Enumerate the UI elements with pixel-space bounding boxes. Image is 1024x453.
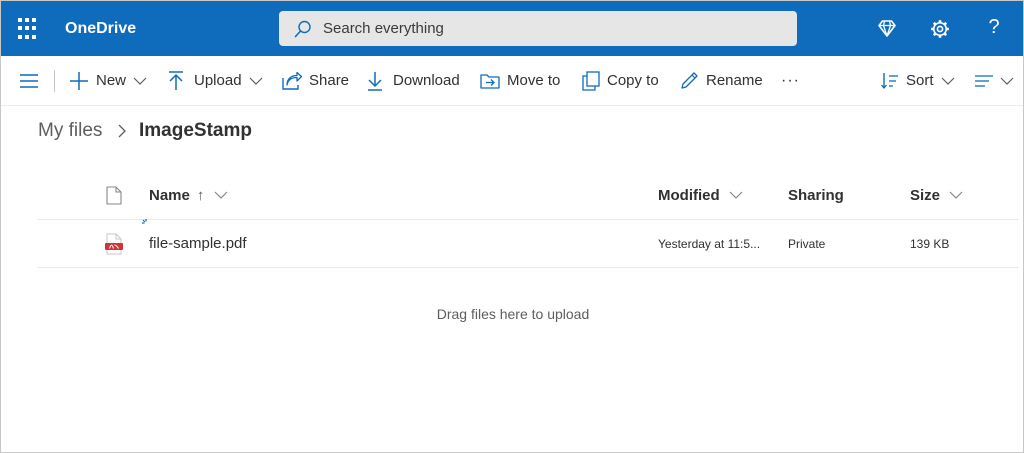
breadcrumb-my-files[interactable]: My files [38,119,102,143]
app-launcher-icon[interactable] [18,18,40,40]
sort-ascending-icon: ↑ [196,186,205,204]
navigation-toggle-button[interactable] [20,56,38,105]
name-column-label: Name [149,186,190,204]
pdf-file-icon [105,233,123,254]
view-list-icon [975,74,993,87]
more-commands-button[interactable]: ··· [781,56,800,105]
new-button[interactable]: New [69,56,147,105]
hamburger-menu-icon [20,73,38,88]
chevron-down-icon [941,77,954,85]
chevron-down-icon [214,191,228,199]
drop-zone-hint: Drag files here to upload [436,306,590,322]
download-label: Download [393,72,460,89]
name-column-header[interactable]: Name ↑ [149,171,228,219]
chevron-down-icon [1000,77,1014,85]
new-label: New [96,72,127,89]
chevron-down-icon [729,191,743,199]
pencil-icon [681,72,698,89]
sort-icon [881,72,898,89]
file-icon-cell [104,220,124,267]
rename-button[interactable]: Rename [680,56,763,105]
rename-label: Rename [706,72,763,89]
upload-button[interactable]: Upload [168,56,263,105]
modified-column-label: Modified [658,186,720,204]
breadcrumb-current-folder: ImageStamp [139,120,252,141]
copy-to-button[interactable]: Copy to [582,56,659,105]
help-icon[interactable]: ? [984,14,1004,40]
search-icon [294,20,311,38]
plus-icon [70,71,88,90]
move-to-button[interactable]: Move to [480,56,560,105]
size-column-label: Size [910,186,941,204]
chevron-right-icon [118,124,126,138]
suite-header: OneDrive Search everything ? [1,1,1023,56]
file-modified-date: Yesterday at 11:5... [658,236,761,251]
size-column-header[interactable]: Size [910,171,963,219]
move-to-label: Move to [507,72,561,89]
file-size: 139 KB [910,236,950,251]
upload-label: Upload [194,72,242,89]
move-folder-icon [480,73,500,89]
chevron-down-icon [949,191,963,199]
settings-gear-icon[interactable] [928,17,952,41]
sharing-column-label: Sharing [788,186,844,204]
sharing-column-header[interactable]: Sharing [788,171,844,219]
file-name-link[interactable]: file-sample.pdf [149,220,247,267]
onedrive-window: OneDrive Search everything ? New Upload … [0,0,1024,453]
search-box[interactable] [279,11,797,46]
copy-icon [582,70,600,91]
share-button[interactable]: Share [282,56,349,105]
app-name-link[interactable]: OneDrive [65,18,136,40]
sort-button[interactable]: Sort [881,56,955,105]
upload-arrow-icon [169,70,183,90]
sort-label: Sort [906,72,934,89]
premium-diamond-icon[interactable] [875,17,899,41]
chevron-down-icon [133,77,147,85]
share-label: Share [309,72,350,89]
file-row[interactable]: file-sample.pdf Yesterday at 11:5... Pri… [38,219,1019,268]
modified-column-header[interactable]: Modified [658,171,743,219]
file-type-column-header[interactable] [106,171,122,219]
file-sharing-status[interactable]: Private [788,220,825,267]
search-input[interactable] [323,11,783,46]
command-bar: New Upload Share Download Move to Copy t… [1,56,1023,106]
download-arrow-icon [368,71,382,91]
copy-to-label: Copy to [607,72,659,89]
share-icon [282,71,302,90]
chevron-down-icon [249,77,262,85]
download-button[interactable]: Download [367,56,460,105]
file-list-header: Name ↑ Modified Sharing Size [38,171,1019,220]
document-icon [106,185,122,205]
command-separator [54,70,55,92]
view-options-button[interactable] [975,56,1014,105]
